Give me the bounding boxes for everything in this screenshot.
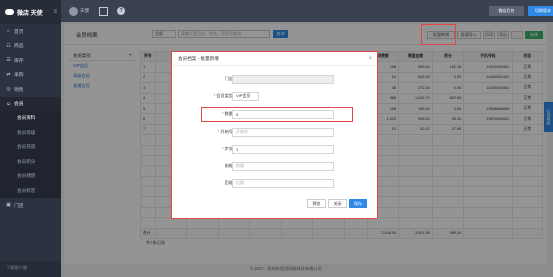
form-row: 门店 [172,74,379,84]
top-header: 天使 ? 微店后台 切换版本 [61,0,553,22]
purchase-icon: ⇄ [6,71,11,78]
sidebar-item-label: 首页 [14,29,24,35]
sidebar-item-stock[interactable]: ☰ 库存 [0,53,61,68]
prefix-field[interactable]: 前缀 [232,161,334,171]
dialog-header: 会员档案 - 批量新增 × [172,52,377,66]
menu-toggle-icon[interactable]: ≡ [53,9,57,15]
sidebar-item-home[interactable]: ⌂ 首页 [0,24,61,39]
sidebar-item-members[interactable]: ☺ 会员 [0,96,61,111]
sidebar-item-store[interactable]: ▣ 门店 [0,198,61,213]
sidebar-subitem-member-stored[interactable]: 会员储值 [0,169,61,184]
suffix-field[interactable]: 后缀 [232,178,334,188]
form-row: *步长 1 [172,144,379,154]
sidebar-item-label: 商品 [14,44,24,50]
sales-icon: ◎ [6,86,11,93]
sidebar: 微店 天使 ≡ ⌂ 首页 ☷ 商品 ☰ 库存 ⇄ 采购 ◎ 销售 ☺ 会员 会员资料 会员等… [0,0,61,277]
sidebar-subitem-member-recharge[interactable]: 会员充值 [0,140,61,155]
close-button[interactable]: 关闭 [328,199,347,208]
batch-add-dialog: 会员档案 - 批量新增 × 门店 *会员类型 VIP会员 *数量 0 *开始号 开始号 *步长… [171,51,378,219]
close-icon[interactable]: × [368,56,372,62]
download-client-link[interactable]: 下载客户端 [0,261,61,277]
sidebar-item-label: 门店 [14,203,24,209]
form-row: *开始号 开始号 [172,127,379,137]
preview-button[interactable]: 预览 [307,199,326,208]
member-icon: ☺ [6,100,12,107]
cloud-logo-icon [5,9,14,15]
switch-version-button[interactable]: 切换版本 [528,6,553,16]
sidebar-item-label: 库存 [14,58,24,64]
form-row: 前缀 前缀 [172,161,379,171]
store-field[interactable] [232,74,334,84]
help-icon[interactable]: ? [117,7,126,15]
field-label-text: 会员类型 [216,93,233,98]
step-field[interactable]: 1 [232,144,334,154]
sidebar-item-label: 采购 [14,73,24,79]
batch-add-highlight [421,24,456,45]
sidebar-item-sales[interactable]: ◎ 销售 [0,82,61,97]
avatar[interactable] [69,6,78,16]
sidebar-subitem-member-level[interactable]: 会员等级 [0,125,61,140]
logo-text: 微店 天使 [17,10,43,17]
goods-icon: ☷ [6,42,11,49]
sidebar-item-purchase[interactable]: ⇄ 采购 [0,68,61,83]
field-label: *开始号 [218,129,233,135]
stock-icon: ☰ [6,57,11,64]
member-type-select[interactable]: VIP会员 [232,91,259,101]
username[interactable]: 天使 [80,8,89,14]
start-number-field[interactable]: 开始号 [232,127,334,137]
store-icon: ▣ [6,202,11,209]
sidebar-item-goods[interactable]: ☷ 商品 [0,39,61,54]
store-backend-button[interactable]: 微店后台 [489,6,524,16]
sidebar-subitem-member-tags[interactable]: 会员标签 [0,183,61,198]
required-mark: * [213,93,216,98]
home-icon: ⌂ [6,28,11,35]
sidebar-item-label: 销售 [14,87,24,93]
save-button[interactable]: 保存 [349,199,367,208]
quantity-highlight [201,107,353,122]
sidebar-subitem-member-points[interactable]: 会员积分 [0,154,61,169]
form-row: 后缀 后缀 [172,178,379,188]
field-label: *会员类型 [214,93,233,99]
dialog-title: 会员档案 - 批量新增 [178,55,219,61]
sidebar-subitem-member-profile[interactable]: 会员资料 [0,111,61,126]
form-row: *会员类型 VIP会员 [172,91,379,101]
qrcode-icon[interactable] [99,6,109,16]
required-mark: * [221,146,224,151]
logo: 微店 天使 ≡ [0,0,61,24]
sidebar-item-label: 会员 [14,102,24,108]
